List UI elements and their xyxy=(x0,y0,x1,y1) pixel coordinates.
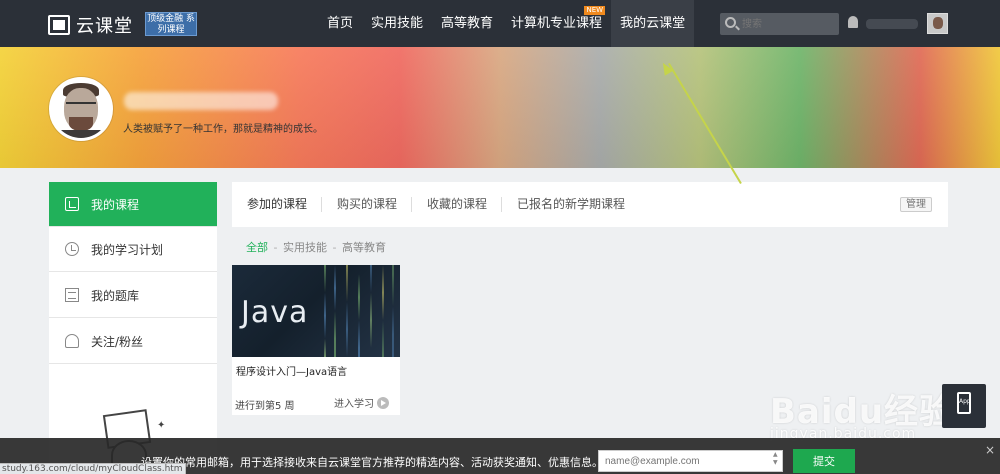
browser-status-url: study.163.com/cloud/myCloudClass.htm xyxy=(0,463,186,474)
tab-purchased-courses[interactable]: 购买的课程 xyxy=(337,182,397,227)
sidebar-item-question-bank[interactable]: 我的题库 xyxy=(49,273,217,318)
tab-divider xyxy=(321,197,322,212)
sidebar-item-label: 我的课程 xyxy=(91,197,140,212)
tab-divider xyxy=(501,197,502,212)
nav-item-higher-education[interactable]: 高等教育 xyxy=(432,0,502,47)
input-stepper[interactable]: ▲ ▼ xyxy=(773,451,781,471)
new-badge: NEW xyxy=(584,6,606,15)
sidebar: 我的课程 我的学习计划 我的题库 关注/粉丝 ✦ xyxy=(49,182,217,474)
play-icon xyxy=(377,396,389,409)
app-label: App xyxy=(959,398,971,405)
nav-item-home[interactable]: 首页 xyxy=(318,0,362,47)
nav-item-label: 计算机专业课程 xyxy=(511,16,603,31)
category-filters: 全部 - 实用技能 - 高等教育 xyxy=(246,239,386,255)
bell-icon[interactable] xyxy=(848,16,858,28)
code-stream xyxy=(382,265,384,357)
main-nav: 首页 实用技能 高等教育 计算机专业课程 NEW 我的云课堂 xyxy=(318,0,695,47)
tab-enrolled-new-term[interactable]: 已报名的新学期课程 xyxy=(517,182,625,227)
close-icon[interactable]: × xyxy=(985,443,995,457)
search-icon[interactable] xyxy=(725,17,736,28)
user-avatar[interactable] xyxy=(927,13,948,34)
search-input[interactable] xyxy=(742,16,832,32)
book-icon xyxy=(65,197,79,211)
course-thumbnail[interactable]: Java xyxy=(232,265,400,357)
code-stream xyxy=(324,265,326,357)
clock-icon xyxy=(65,242,79,256)
enter-study-button[interactable]: 进入学习 xyxy=(334,395,389,410)
promo-badge[interactable]: 顶级金融 系列课程 xyxy=(145,12,197,36)
course-tabs: 参加的课程 购买的课程 收藏的课程 已报名的新学期课程 管理 xyxy=(232,182,948,227)
logo-text: 云课堂 xyxy=(76,16,133,37)
sidebar-item-follow-fans[interactable]: 关注/粉丝 xyxy=(49,319,217,364)
course-title[interactable]: 程序设计入门—Java语言 xyxy=(236,363,347,378)
app-download-button[interactable]: App xyxy=(942,384,986,428)
code-stream xyxy=(392,265,394,357)
tab-favorite-courses[interactable]: 收藏的课程 xyxy=(427,182,487,227)
person-icon xyxy=(65,334,79,348)
username-redacted[interactable] xyxy=(866,19,918,29)
avatar-beard xyxy=(69,117,93,131)
code-stream xyxy=(370,265,372,357)
enter-study-label: 进入学习 xyxy=(334,399,374,410)
sidebar-item-label: 关注/粉丝 xyxy=(91,334,144,349)
sidebar-item-study-plan[interactable]: 我的学习计划 xyxy=(49,227,217,272)
profile-name-redacted xyxy=(124,92,278,110)
filter-skills[interactable]: 实用技能 xyxy=(283,239,327,255)
nav-item-skills[interactable]: 实用技能 xyxy=(362,0,432,47)
nav-item-computer-courses[interactable]: 计算机专业课程 NEW xyxy=(502,0,611,47)
nav-item-my-cloud-class[interactable]: 我的云课堂 xyxy=(611,0,695,47)
sidebar-item-label: 我的学习计划 xyxy=(91,242,164,257)
thumbnail-java-text: Java xyxy=(241,295,309,330)
sidebar-item-my-courses[interactable]: 我的课程 xyxy=(49,182,217,227)
filter-separator: - xyxy=(332,241,337,254)
email-field[interactable] xyxy=(598,450,783,472)
logo-icon xyxy=(48,15,70,35)
search-box[interactable] xyxy=(720,13,839,35)
profile-avatar[interactable] xyxy=(49,77,113,141)
course-card[interactable]: Java 程序设计入门—Java语言 进行到第5 周 进入学习 xyxy=(232,265,400,415)
tab-divider xyxy=(411,197,412,212)
manage-button[interactable]: 管理 xyxy=(900,197,932,212)
sparkle-icon: ✦ xyxy=(157,420,166,431)
filter-higher-education[interactable]: 高等教育 xyxy=(342,239,386,255)
submit-button[interactable]: 提交 xyxy=(793,449,855,473)
sidebar-item-label: 我的题库 xyxy=(91,288,140,303)
tab-joined-courses[interactable]: 参加的课程 xyxy=(247,182,307,227)
code-stream xyxy=(334,265,336,357)
profile-motto: 人类被赋予了一种工作，那就是精神的成长。 xyxy=(123,124,323,135)
code-stream xyxy=(358,265,360,357)
site-logo[interactable]: 云课堂 xyxy=(48,12,133,38)
subscription-message: 设置你的常用邮箱，用于选择接收来自云课堂官方推荐的精选内容、活动获奖通知、优惠信… xyxy=(141,456,603,469)
filter-all[interactable]: 全部 xyxy=(246,239,268,255)
quiz-icon xyxy=(65,288,79,302)
top-navigation-bar: 云课堂 顶级金融 系列课程 首页 实用技能 高等教育 计算机专业课程 NEW 我… xyxy=(0,0,1000,47)
code-stream xyxy=(346,265,348,357)
filter-separator: - xyxy=(273,241,278,254)
course-progress: 进行到第5 周 xyxy=(235,401,295,412)
avatar-glasses xyxy=(66,102,96,108)
